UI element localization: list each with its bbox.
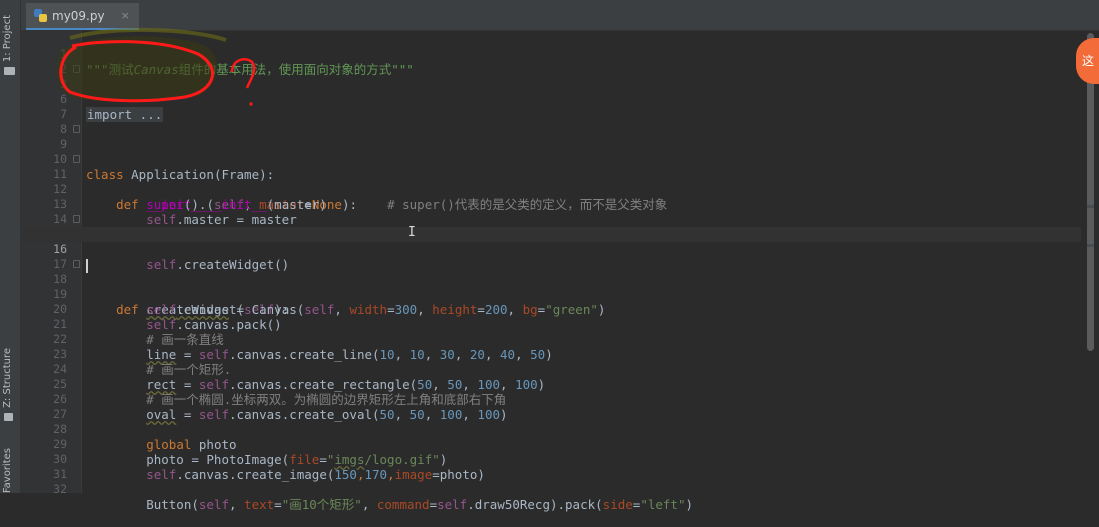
left-tool-strip: 1: Project Z: Structure Favorites <box>0 0 21 493</box>
error-stripe-marker[interactable] <box>1087 205 1094 208</box>
code-line: 12 super().__init__(master) # super()代表的… <box>21 167 1081 212</box>
code-line: 6 <box>21 77 1081 106</box>
code-line: 10 <box>21 137 1081 166</box>
code-line: 8 <box>21 107 1081 136</box>
code-line: 9 class Application(Frame): <box>21 122 1081 182</box>
current-code-line: 16 <box>21 227 1081 273</box>
code-line: 24 rect = self.canvas.create_rectangle(5… <box>21 347 1081 392</box>
code-editor[interactable]: 1 """测试Canvas组件的基本用法，使用面向对象的方式""" 2 3 im… <box>21 32 1081 512</box>
close-tab-icon[interactable]: × <box>121 9 130 22</box>
fold-marker-icon[interactable] <box>73 215 80 223</box>
tab-filename: my09.py <box>52 8 105 23</box>
error-stripe-marker[interactable] <box>1087 244 1094 247</box>
code-line: 13 self.master = master <box>21 182 1081 227</box>
code-line: 14 self.pack() <box>21 197 1081 242</box>
code-line: 2 <box>21 47 1081 76</box>
code-line: 26 oval = self.canvas.create_oval(50, 50… <box>21 377 1081 422</box>
code-line: 32 Button(self, text="画10个矩形", command=s… <box>21 467 1081 512</box>
floating-badge[interactable]: 这 <box>1076 38 1099 84</box>
code-line: 30 self.canvas.create_image(150,170,imag… <box>21 437 1081 482</box>
fold-marker-icon[interactable] <box>73 260 80 268</box>
structure-icon[interactable] <box>4 413 13 421</box>
fold-marker-icon[interactable] <box>73 65 80 73</box>
code-line: 17 <box>21 242 1081 271</box>
code-line: 29 photo = PhotoImage(file="imgs/logo.gi… <box>21 422 1081 467</box>
project-tool-tab[interactable]: 1: Project <box>2 15 13 62</box>
code-line: 25 # 画一个椭圆.坐标两双。为椭圆的边界矩形左上角和底部右下角 <box>21 362 1081 407</box>
code-line: 7 <box>21 92 1081 121</box>
editor-tab-bar: my09.py × <box>21 0 1099 31</box>
code-line: 3 import ... <box>21 62 1081 122</box>
code-line: 1 """测试Canvas组件的基本用法，使用面向对象的方式""" <box>21 32 1081 77</box>
code-line: 28 global photo <box>21 407 1081 452</box>
code-line: 31 <box>21 452 1081 481</box>
fold-marker-icon[interactable] <box>73 155 80 163</box>
fold-marker-icon[interactable] <box>73 125 80 133</box>
code-line: 22 line = self.canvas.create_line(10, 10… <box>21 317 1081 362</box>
python-file-icon <box>34 9 47 22</box>
code-line: 23 # 画一个矩形. <box>21 332 1081 377</box>
code-line: 15 self.createWidget() <box>21 212 1081 272</box>
code-line: 21 # 画一条直线 <box>21 302 1081 347</box>
project-folder-icon[interactable] <box>4 67 15 75</box>
line-number: 32 <box>53 482 67 496</box>
code-line: 18 def createWidget(self): <box>21 257 1081 317</box>
structure-tool-tab[interactable]: Z: Structure <box>2 348 13 408</box>
code-line: 19 self.canvas = Canvas(self, width=300,… <box>21 272 1081 317</box>
tab-my09-py[interactable]: my09.py × <box>26 3 139 30</box>
code-line: 27 <box>21 392 1081 421</box>
favorites-tool-tab[interactable]: Favorites <box>2 448 13 493</box>
code-line: 11 def __init__(self, master=None): <box>21 152 1081 212</box>
code-line: 20 self.canvas.pack() <box>21 287 1081 332</box>
text-cursor-icon: I <box>408 225 416 240</box>
